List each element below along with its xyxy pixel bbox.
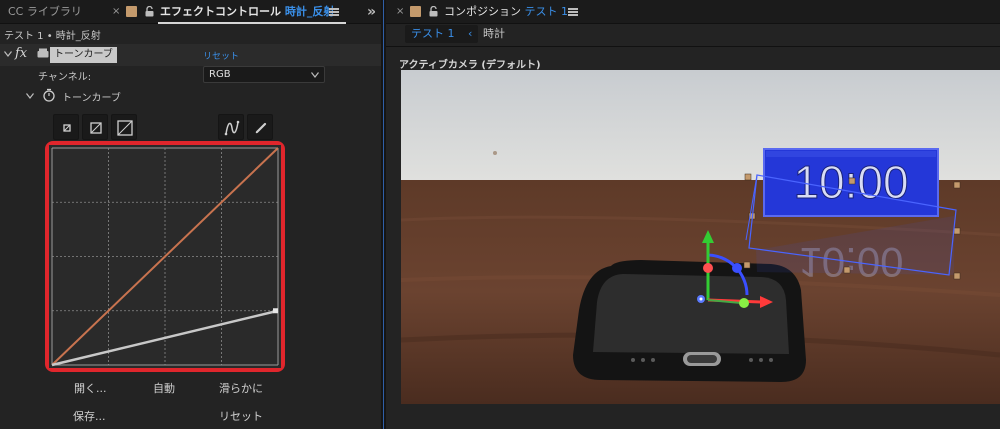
left-tab-bar: CC ライブラリ × エフェクトコントロール 時計_反射 » <box>0 0 381 24</box>
effect-name[interactable]: トーンカーブ <box>50 47 117 63</box>
tab-composition-label: コンポジション <box>444 5 521 18</box>
medium-curve-button[interactable] <box>82 114 108 140</box>
composition-viewer[interactable]: 10:00 10:00 <box>401 70 1000 404</box>
large-graph-icon <box>117 120 133 136</box>
property-label: トーンカーブ <box>62 93 121 104</box>
subtab-test1-label: テスト 1 <box>411 27 455 40</box>
tab-effect-controls[interactable]: エフェクトコントロール 時計_反射 <box>160 0 334 24</box>
tab-composition[interactable]: コンポジション テスト 1 <box>444 0 568 24</box>
auto-button[interactable]: 自動 <box>153 380 175 396</box>
tab-composition-comp: テスト 1 <box>524 5 569 18</box>
curve-tool-icon <box>224 120 240 136</box>
tab-effect-controls-label: エフェクトコントロール <box>160 5 281 18</box>
tab-effect-controls-comp: 時計_反射 <box>284 5 335 18</box>
save-button[interactable]: 保存... <box>73 408 106 424</box>
active-tab-underline <box>158 22 346 24</box>
active-camera-label: アクティブカメラ (デフォルト) <box>399 60 541 71</box>
stopwatch-icon[interactable] <box>42 88 56 102</box>
close-tab-button[interactable]: × <box>112 0 120 24</box>
tone-curve-graph[interactable] <box>49 145 281 368</box>
open-button[interactable]: 開く... <box>74 380 107 396</box>
curve-graph-highlight <box>45 141 285 372</box>
panel-menu-icon[interactable] <box>568 8 578 16</box>
breadcrumb: テスト 1 • 時計_反射 <box>4 31 101 42</box>
chevron-down-icon[interactable] <box>4 51 12 57</box>
viewer-image: 10:00 10:00 <box>401 70 1000 404</box>
subtab-chevron-icon: ‹ <box>468 27 473 40</box>
label-color-swatch[interactable] <box>126 6 137 17</box>
chevron-down-icon <box>311 72 319 78</box>
label-color-swatch[interactable] <box>410 6 421 17</box>
channel-select[interactable]: RGB <box>203 66 325 83</box>
medium-graph-icon <box>90 122 102 134</box>
panel-menu-icon[interactable] <box>329 8 339 16</box>
phone-object <box>573 260 806 382</box>
channel-label: チャンネル: <box>38 72 92 83</box>
pencil-tool-button[interactable] <box>247 114 273 140</box>
fx-toggle[interactable]: fx <box>15 46 27 61</box>
close-tab-button[interactable]: × <box>396 0 404 24</box>
more-panels-button[interactable]: » <box>367 0 376 24</box>
separator <box>386 46 1000 47</box>
channel-select-value: RGB <box>209 69 231 80</box>
composition-panel: × コンポジション テスト 1 テスト 1 ‹ 時計 アクティブカメラ (デフォ… <box>386 0 1000 429</box>
pencil-icon <box>255 122 267 134</box>
subtab-clock[interactable]: 時計 <box>483 25 505 43</box>
preset-icon[interactable] <box>37 48 49 58</box>
curve-point-handle[interactable] <box>273 308 278 314</box>
reset-button[interactable]: リセット <box>219 408 263 424</box>
subtab-test1[interactable]: テスト 1 ‹ <box>405 25 479 43</box>
lock-icon[interactable] <box>145 6 154 17</box>
small-graph-icon <box>63 124 71 132</box>
smooth-button[interactable]: 滑らかに <box>219 380 263 396</box>
large-curve-button[interactable] <box>111 114 137 140</box>
effect-reset-link[interactable]: リセット <box>203 49 239 62</box>
effect-controls-panel: CC ライブラリ × エフェクトコントロール 時計_反射 » テスト 1 • 時… <box>0 0 381 429</box>
tab-cc-libraries[interactable]: CC ライブラリ <box>8 0 82 24</box>
lock-icon[interactable] <box>429 6 438 17</box>
small-curve-button[interactable] <box>53 114 79 140</box>
right-tab-bar: × コンポジション テスト 1 <box>386 0 1000 24</box>
effect-header-row: fx トーンカーブ リセット <box>0 44 381 66</box>
chevron-down-icon[interactable] <box>26 93 34 99</box>
curve-tool-button[interactable] <box>218 114 244 140</box>
